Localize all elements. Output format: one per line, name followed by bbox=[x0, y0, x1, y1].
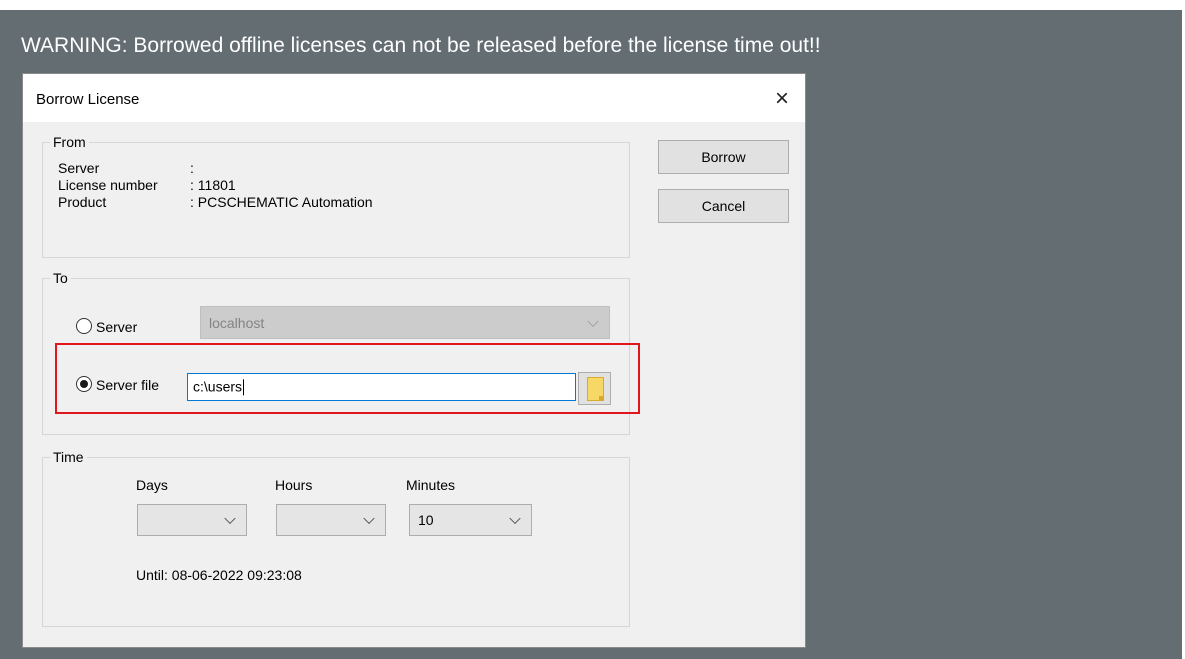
until-text: Until: 08-06-2022 09:23:08 bbox=[136, 567, 302, 583]
to-group-label: To bbox=[50, 270, 71, 286]
chevron-down-icon bbox=[363, 512, 375, 525]
from-group-label: From bbox=[50, 134, 89, 150]
license-number-key: License number bbox=[58, 177, 158, 193]
server-file-input[interactable]: c:\users bbox=[187, 373, 576, 401]
server-file-value: c:\users bbox=[193, 378, 245, 396]
time-group-label: Time bbox=[50, 449, 87, 465]
server-radio[interactable] bbox=[76, 318, 92, 334]
time-group: Time bbox=[42, 449, 630, 627]
days-label: Days bbox=[136, 477, 168, 493]
chevron-down-icon bbox=[509, 512, 521, 525]
minutes-label: Minutes bbox=[406, 477, 456, 493]
server-radio-label[interactable]: Server bbox=[96, 319, 137, 335]
server-file-radio-label[interactable]: Server file bbox=[96, 377, 159, 393]
borrow-button[interactable]: Borrow bbox=[658, 140, 789, 174]
borrow-license-dialog: Borrow License × From Server : License n… bbox=[22, 73, 806, 648]
from-group: From Server : License number : 11801 Pro… bbox=[42, 134, 630, 258]
minutes-value: 10 bbox=[418, 512, 434, 528]
server-select: localhost bbox=[200, 306, 610, 339]
server-value: : bbox=[190, 160, 194, 176]
folder-icon bbox=[587, 377, 604, 401]
browse-button[interactable] bbox=[578, 372, 611, 405]
hours-label: Hours bbox=[275, 477, 313, 493]
license-number-value: : 11801 bbox=[190, 177, 236, 193]
minutes-select[interactable]: 10 bbox=[409, 504, 532, 536]
product-value: : PCSCHEMATIC Automation bbox=[190, 194, 373, 210]
server-select-value: localhost bbox=[209, 314, 265, 331]
warning-message: WARNING: Borrowed offline licenses can n… bbox=[21, 34, 821, 57]
dialog-title: Borrow License bbox=[36, 91, 140, 108]
chevron-down-icon bbox=[587, 315, 599, 327]
title-bar: Borrow License × bbox=[23, 74, 805, 122]
cancel-button[interactable]: Cancel bbox=[658, 189, 789, 223]
server-key: Server bbox=[58, 160, 100, 176]
product-key: Product bbox=[58, 194, 107, 210]
chevron-down-icon bbox=[224, 512, 236, 525]
days-select[interactable] bbox=[137, 504, 247, 536]
hours-select[interactable] bbox=[276, 504, 386, 536]
close-icon[interactable]: × bbox=[765, 82, 799, 116]
server-file-radio[interactable] bbox=[76, 376, 92, 392]
